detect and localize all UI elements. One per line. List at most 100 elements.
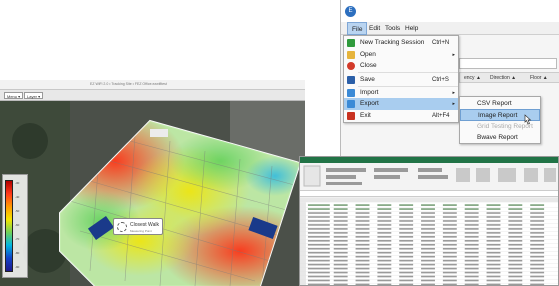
- cell-text: [355, 208, 370, 210]
- column-header-direction[interactable]: Direction ▲: [490, 75, 516, 81]
- legend-tick: -60: [15, 223, 20, 227]
- menu-item-new-tracking-session[interactable]: New Tracking Session Ctrl+N: [344, 37, 458, 49]
- cell-text: [399, 259, 414, 262]
- cell-text: [530, 259, 545, 262]
- cell-text: [464, 267, 479, 270]
- menu-item-label: Close: [360, 62, 377, 69]
- menu-item-save[interactable]: Save Ctrl+S: [344, 74, 458, 86]
- toolbar-menu-button[interactable]: Menu ▾: [4, 92, 24, 99]
- cell-text: [399, 228, 414, 230]
- cell-text: [377, 224, 392, 226]
- spreadsheet-grid[interactable]: [300, 197, 558, 286]
- cell-text: [421, 263, 435, 266]
- submenu-arrow-icon: ▸: [452, 101, 455, 107]
- column-header-floor[interactable]: Floor ▲: [530, 75, 548, 81]
- cell-text: [355, 279, 370, 282]
- cell-text: [333, 216, 348, 218]
- cell-text: [399, 243, 414, 246]
- cell-text: [377, 255, 392, 258]
- file-dropdown-menu: New Tracking Session Ctrl+N Open ▸ Close…: [343, 35, 459, 123]
- app-input-field[interactable]: [459, 58, 557, 69]
- cell-text: [530, 247, 545, 250]
- cell-text: [421, 240, 435, 242]
- cell-text: [377, 267, 392, 270]
- cell-text: [442, 236, 457, 238]
- cell-text: [377, 228, 392, 230]
- cell-text: [442, 267, 457, 270]
- cell-text: [421, 267, 435, 270]
- menu-item-label: Export: [360, 100, 379, 107]
- legend-tick: -90: [15, 265, 20, 269]
- cell-text: [377, 208, 392, 210]
- cell-text: [530, 232, 545, 234]
- legend-tick: -80: [15, 251, 20, 255]
- cell-text: [486, 271, 501, 274]
- toolbar-layer-button[interactable]: Layer ▾: [24, 92, 44, 99]
- cell-text: [355, 232, 370, 234]
- cell-text: [355, 255, 370, 258]
- export-bwave-report[interactable]: Bwave Report: [460, 132, 540, 144]
- column-header-frequency[interactable]: ency ▲: [464, 75, 481, 81]
- cell-text: [464, 259, 479, 262]
- cell-text: [307, 212, 330, 214]
- cell-text: [399, 240, 414, 242]
- cell-text: [508, 220, 523, 222]
- cell-text: [464, 279, 479, 282]
- cell-text: [421, 283, 435, 285]
- cell-text: [333, 267, 348, 270]
- cell-text: [530, 271, 545, 274]
- menu-item-close[interactable]: Close: [344, 60, 458, 72]
- cell-text: [421, 224, 435, 226]
- cell-text: [421, 236, 435, 238]
- cell-text: [486, 212, 501, 214]
- cell-text: [530, 255, 545, 258]
- save-icon: [347, 76, 355, 84]
- cell-text: [464, 216, 479, 218]
- cell-text: [333, 208, 348, 210]
- cell-text: [421, 271, 435, 274]
- cell-text: [421, 243, 435, 246]
- cell-text: [333, 271, 348, 274]
- heatmap-titlebar: EZ WiFi 2.0 • Tracking Site • FEZ Office…: [0, 80, 305, 90]
- cell-text: [508, 251, 523, 254]
- cell-text: [421, 204, 435, 206]
- cell-text: [508, 240, 523, 242]
- cell-text: [307, 216, 330, 218]
- menu-item-exit[interactable]: Exit Alt+F4: [344, 110, 458, 122]
- cell-text: [464, 263, 479, 266]
- cell-text: [399, 263, 414, 266]
- cell-text: [464, 228, 479, 230]
- cell-text: [530, 240, 545, 242]
- cell-text: [399, 232, 414, 234]
- cell-text: [307, 251, 330, 254]
- cell-text: [333, 259, 348, 262]
- cell-text: [307, 263, 330, 266]
- menu-separator: [358, 72, 458, 73]
- folder-icon: [347, 51, 355, 59]
- column-headers: ency ▲ Direction ▲ Floor ▲: [459, 72, 559, 83]
- cell-text: [508, 216, 523, 218]
- cell-text: [421, 259, 435, 262]
- import-icon: [347, 89, 355, 97]
- cell-text: [508, 271, 523, 274]
- mouse-cursor-icon: [524, 114, 532, 125]
- cell-text: [377, 263, 392, 266]
- cell-text: [307, 283, 330, 285]
- menu-item-export[interactable]: Export ▸: [344, 98, 458, 110]
- cell-text: [307, 243, 330, 246]
- cell-text: [355, 240, 370, 242]
- cell-text: [399, 220, 414, 222]
- close-icon: [347, 62, 355, 70]
- cell-text: [333, 204, 348, 206]
- cell-text: [464, 232, 479, 234]
- menu-help[interactable]: Help: [401, 22, 422, 35]
- cell-text: [486, 208, 501, 210]
- cell-text: [307, 275, 330, 278]
- cell-text: [486, 232, 501, 234]
- cell-text: [442, 259, 457, 262]
- cell-text: [399, 251, 414, 254]
- cell-text: [464, 220, 479, 222]
- legend-tick: -70: [15, 237, 20, 241]
- menu-item-shortcut: Ctrl+N: [432, 40, 450, 46]
- heatmap-canvas[interactable]: [0, 101, 305, 286]
